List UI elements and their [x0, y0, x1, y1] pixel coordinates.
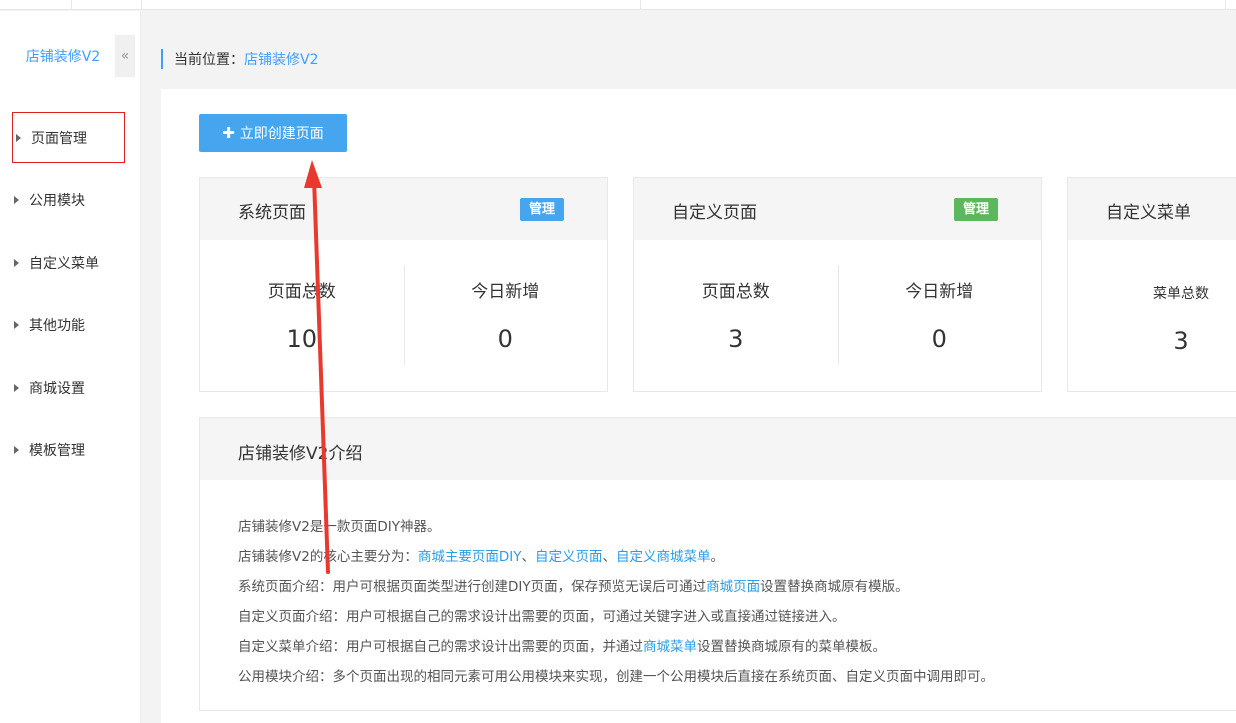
sidebar-item-label: 页面管理 — [31, 130, 87, 147]
sidebar-item-label: 模板管理 — [29, 443, 85, 459]
intro-text: 。 — [710, 549, 724, 565]
stat-total-pages: 页面总数 10 — [200, 240, 404, 391]
top-bar — [0, 0, 1236, 10]
intro-text: 、 — [521, 549, 535, 565]
top-bar-divider — [71, 0, 72, 10]
top-bar-divider — [1225, 0, 1226, 10]
breadcrumb-current[interactable]: 店铺装修V2 — [244, 49, 318, 69]
intro-text: 设置替换商城原有的菜单模板。 — [697, 639, 886, 655]
stat-value: 3 — [728, 325, 744, 353]
caret-right-icon — [14, 196, 19, 204]
caret-right-icon — [14, 446, 19, 454]
stat-label: 今日新增 — [471, 282, 540, 302]
intro-text: 、 — [602, 549, 616, 565]
sidebar-item-custom-menu[interactable]: 自定义菜单 — [0, 237, 141, 288]
sidebar-item-mall-settings[interactable]: 商城设置 — [0, 362, 141, 413]
breadcrumb: 当前位置： 店铺装修V2 — [161, 49, 318, 69]
card-body: 页面总数 10 今日新增 0 — [200, 240, 607, 391]
sidebar-item-label: 商城设置 — [29, 380, 85, 397]
sidebar-title[interactable]: 店铺装修V2 — [0, 37, 126, 77]
custom-menu-card: 自定义菜单 菜单总数 3 — [1067, 177, 1236, 392]
intro-line: 自定义页面介绍：用户可根据自己的需求设计出需要的页面，可通过关键字进入或直接通过… — [238, 602, 1236, 632]
system-pages-card: 系统页面 管理 页面总数 10 今日新增 0 — [199, 177, 608, 392]
manage-badge[interactable]: 管理 — [954, 198, 999, 221]
sidebar: 店铺装修V2 « 页面管理 公用模块 自定义菜单 其他功能 商城设置 模板管理 — [0, 11, 141, 723]
caret-right-icon — [14, 321, 19, 329]
intro-text: 店铺装修V2是一款页面DIY神器。 — [238, 519, 441, 535]
intro-line: 自定义菜单介绍：用户可根据自己的需求设计出需要的页面，并通过商城菜单设置替换商城… — [238, 632, 1236, 662]
sidebar-item-label: 公用模块 — [29, 193, 85, 209]
intro-body: 店铺装修V2是一款页面DIY神器。 店铺装修V2的核心主要分为：商城主要页面DI… — [200, 480, 1236, 692]
stat-label: 今日新增 — [905, 282, 974, 302]
sidebar-item-template-management[interactable]: 模板管理 — [0, 425, 141, 476]
intro-link[interactable]: 商城菜单 — [643, 639, 697, 655]
stat-today-new: 今日新增 0 — [404, 240, 608, 391]
intro-link[interactable]: 商城主要页面DIY — [418, 549, 522, 565]
caret-right-icon — [14, 383, 19, 392]
intro-link[interactable]: 商城页面 — [706, 579, 760, 595]
create-page-button-label: 立即创建页面 — [239, 126, 324, 142]
plus-icon: ✚ — [222, 124, 235, 142]
breadcrumb-prefix: 当前位置： — [174, 52, 244, 68]
card-header: 自定义菜单 — [1068, 178, 1236, 240]
intro-header: 店铺装修V2介绍 — [200, 418, 1236, 480]
sidebar-item-label: 其他功能 — [29, 318, 85, 334]
custom-pages-card: 自定义页面 管理 页面总数 3 今日新增 0 — [633, 177, 1042, 392]
intro-text: 店铺装修V2的核心主要分为： — [238, 549, 418, 565]
card-title: 自定义菜单 — [1106, 203, 1191, 223]
top-bar-divider — [640, 0, 641, 10]
intro-line: 店铺装修V2是一款页面DIY神器。 — [238, 512, 1236, 542]
stat-label: 菜单总数 — [1153, 286, 1209, 302]
caret-right-icon — [16, 133, 21, 142]
intro-section: 店铺装修V2介绍 店铺装修V2是一款页面DIY神器。 店铺装修V2的核心主要分为… — [199, 417, 1236, 711]
stat-value: 3 — [1173, 327, 1189, 355]
stat-value: 10 — [286, 325, 318, 353]
intro-text: 自定义页面介绍：用户可根据自己的需求设计出需要的页面，可通过关键字进入或直接通过… — [238, 609, 846, 625]
collapse-icon[interactable]: « — [115, 35, 135, 77]
caret-right-icon — [14, 258, 19, 267]
stat-value: 0 — [497, 325, 513, 353]
card-title: 系统页面 — [238, 203, 306, 223]
intro-text: 系统页面介绍：用户可根据页面类型进行创建DIY页面，保存预览无误后可通过 — [238, 579, 707, 595]
sidebar-item-label: 自定义菜单 — [29, 255, 99, 272]
intro-text: 自定义菜单介绍：用户可根据自己的需求设计出需要的页面，并通过 — [238, 639, 643, 655]
card-title: 自定义页面 — [672, 203, 757, 223]
intro-text: 公用模块介绍：多个页面出现的相同元素可用公用模块来实现，创建一个公用模块后直接在… — [238, 669, 994, 685]
breadcrumb-marker — [161, 49, 163, 69]
card-header: 自定义页面 管理 — [634, 178, 1041, 240]
sidebar-item-other-functions[interactable]: 其他功能 — [0, 300, 141, 351]
manage-badge[interactable]: 管理 — [520, 198, 565, 221]
intro-title: 店铺装修V2介绍 — [238, 444, 363, 464]
create-page-button[interactable]: ✚ 立即创建页面 — [199, 114, 347, 152]
stat-label: 页面总数 — [701, 282, 770, 302]
intro-link[interactable]: 自定义页面 — [535, 549, 603, 565]
intro-text: 设置替换商城原有模版。 — [760, 579, 909, 595]
intro-line: 公用模块介绍：多个页面出现的相同元素可用公用模块来实现，创建一个公用模块后直接在… — [238, 662, 1236, 692]
card-header: 系统页面 管理 — [200, 178, 607, 240]
top-bar-divider — [141, 0, 142, 10]
stat-value: 0 — [931, 325, 947, 353]
card-body: 菜单总数 3 — [1068, 240, 1236, 391]
intro-line: 店铺装修V2的核心主要分为：商城主要页面DIY、自定义页面、自定义商城菜单。 — [238, 542, 1236, 572]
sidebar-item-public-modules[interactable]: 公用模块 — [0, 175, 141, 226]
intro-line: 系统页面介绍：用户可根据页面类型进行创建DIY页面，保存预览无误后可通过商城页面… — [238, 572, 1236, 602]
stat-label: 页面总数 — [267, 282, 336, 302]
card-body: 页面总数 3 今日新增 0 — [634, 240, 1041, 391]
intro-link[interactable]: 自定义商城菜单 — [616, 549, 711, 565]
sidebar-nav: 页面管理 公用模块 自定义菜单 其他功能 商城设置 模板管理 — [0, 112, 141, 487]
stat-total-menus: 菜单总数 3 — [1116, 240, 1236, 391]
stat-total-pages: 页面总数 3 — [634, 240, 838, 391]
main-content: ✚ 立即创建页面 系统页面 管理 页面总数 10 今日新增 0 自定义页面 管理 — [161, 89, 1236, 723]
sidebar-item-page-management[interactable]: 页面管理 — [12, 112, 125, 163]
stat-today-new: 今日新增 0 — [838, 240, 1042, 391]
